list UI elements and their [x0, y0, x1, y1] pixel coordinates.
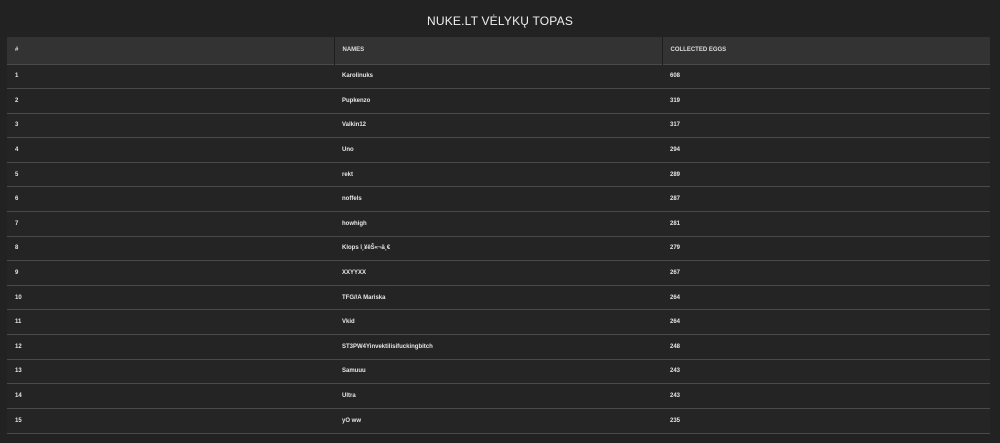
eggs-cell: 267: [670, 270, 681, 277]
rank-cell: 8: [15, 245, 19, 252]
table-header: # NAMES COLLECTED EGGS: [7, 37, 990, 64]
rank-cell: 6: [15, 196, 19, 203]
table-row: 15 yO ww 235: [7, 408, 990, 433]
rank-cell: 9: [15, 270, 19, 277]
eggs-cell: 281: [670, 220, 681, 227]
eggs-cell: 264: [670, 294, 681, 301]
eggs-cell: 248: [670, 343, 681, 350]
rank-cell: 12: [15, 343, 22, 350]
name-cell: yO ww: [342, 417, 362, 424]
rank-cell: 7: [15, 220, 19, 227]
name-cell: Ultra: [342, 393, 356, 400]
page-title: NUKE.LT VĖLYKŲ TOPAS: [426, 14, 574, 28]
name-cell: Valkin12: [342, 122, 367, 129]
column-header-rank: #: [7, 37, 335, 64]
rank-cell: 11: [15, 319, 22, 326]
eggs-cell: 264: [670, 319, 681, 326]
table-row: 9 XXYYXX 267: [7, 260, 990, 286]
name-cell: rekt: [342, 171, 354, 178]
rank-cell: 4: [15, 147, 19, 154]
table-row: 1 Karolinuks 608: [7, 64, 990, 89]
leaderboard-table-container: # NAMES COLLECTED EGGS 1 Karolinuks 608 …: [7, 37, 990, 434]
name-cell: noffels: [342, 196, 362, 203]
eggs-cell: 243: [670, 393, 681, 400]
eggs-cell: 289: [670, 171, 681, 178]
table-row: 10 TFG//A Mariska 264: [7, 285, 990, 310]
table-row: 8 Klops î¸¥êŠ«¬ä¸€ 279: [7, 236, 990, 261]
rank-cell: 1: [15, 73, 19, 80]
table-row: 6 noffels 287: [7, 186, 990, 212]
rank-cell: 14: [15, 393, 22, 400]
table-header-row: # NAMES COLLECTED EGGS: [7, 37, 990, 64]
eggs-cell: 294: [670, 147, 681, 154]
name-cell: Pupkenzo: [342, 97, 371, 104]
eggs-cell: 287: [670, 196, 681, 203]
name-cell: Klops î¸¥êŠ«¬ä¸€: [342, 245, 391, 252]
eggs-cell: 317: [670, 122, 681, 129]
table-row: 2 Pupkenzo 319: [7, 88, 990, 114]
leaderboard-table: # NAMES COLLECTED EGGS 1 Karolinuks 608 …: [7, 37, 990, 433]
rank-cell: 15: [15, 417, 22, 424]
rank-cell: 2: [15, 97, 19, 104]
eggs-cell: 235: [670, 417, 681, 424]
leaderboard-page: NUKE.LT VĖLYKŲ TOPAS # NAMES COLLECTED E…: [0, 0, 1000, 443]
eggs-cell: 279: [670, 245, 681, 252]
table-row: 12 ST3PW4Yinvektilisifuckingbitch 248: [7, 334, 990, 360]
name-cell: Karolinuks: [342, 73, 374, 80]
rank-cell: 3: [15, 122, 19, 129]
name-cell: XXYYXX: [342, 270, 367, 277]
table-row: 4 Uno 294: [7, 137, 990, 163]
name-cell: Vkid: [342, 319, 355, 326]
name-cell: howhigh: [342, 220, 367, 227]
rank-cell: 13: [15, 368, 22, 375]
rank-cell: 10: [15, 294, 22, 301]
eggs-cell: 319: [670, 97, 681, 104]
table-row: 3 Valkin12 317: [7, 113, 990, 138]
eggs-cell: 608: [670, 73, 681, 80]
name-cell: Uno: [342, 147, 354, 154]
table-row: 5 rekt 289: [7, 162, 990, 187]
table-row: 7 howhigh 281: [7, 211, 990, 237]
column-header-names: NAMES: [334, 37, 663, 64]
eggs-cell: 243: [670, 368, 681, 375]
table-row: 13 Samuuu 243: [7, 359, 990, 384]
column-header-eggs: COLLECTED EGGS: [670, 47, 727, 54]
rank-cell: 5: [15, 171, 19, 178]
table-body: 1 Karolinuks 608 2 Pupkenzo 319 3 Valkin…: [7, 64, 990, 433]
name-cell: TFG//A Mariska: [342, 294, 386, 301]
name-cell: Samuuu: [342, 368, 366, 375]
table-row: 14 Ultra 243: [7, 383, 990, 409]
table-row: 11 Vkid 264: [7, 309, 990, 335]
name-cell: ST3PW4Yinvektilisifuckingbitch: [342, 343, 433, 350]
